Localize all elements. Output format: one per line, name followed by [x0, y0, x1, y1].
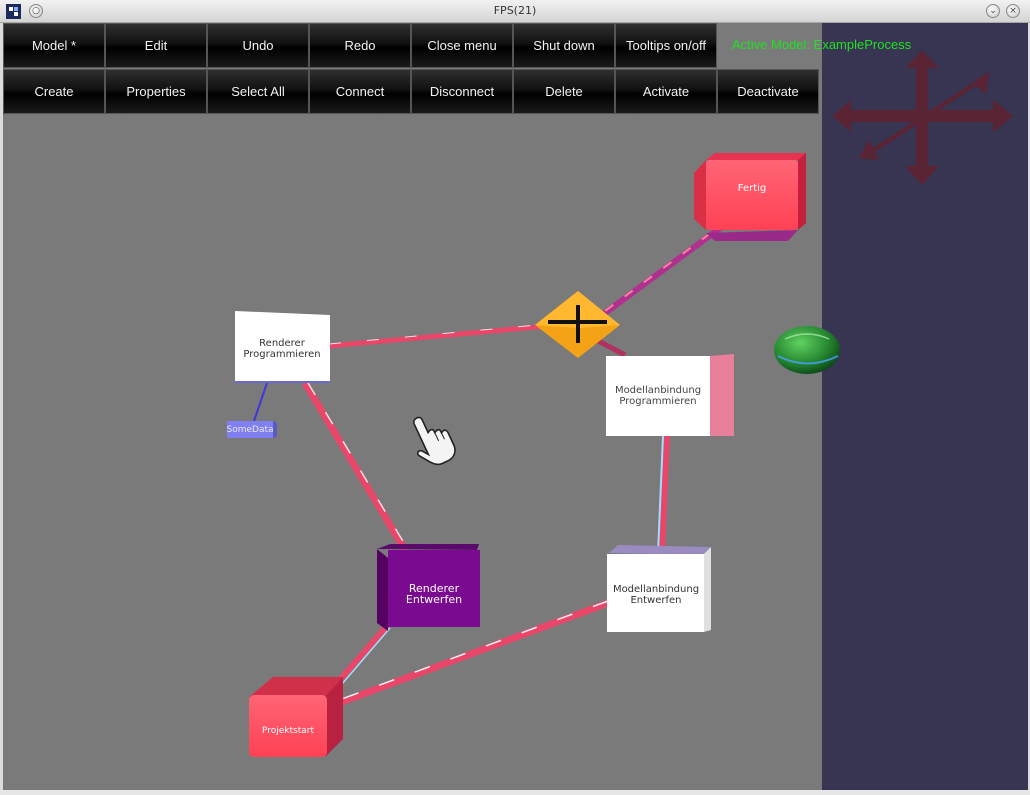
menu-activate-button[interactable]: Activate: [615, 69, 717, 114]
node-renderer-entwerfen[interactable]: [377, 544, 480, 631]
menu-edit-button[interactable]: Edit: [105, 23, 207, 68]
node-fertig[interactable]: [694, 153, 806, 241]
menu-properties-button[interactable]: Properties: [105, 69, 207, 114]
node-modellanbindung-programmieren[interactable]: [606, 354, 734, 436]
node-modellanbindung-entwerfen[interactable]: [607, 545, 711, 632]
edge-renderer-programmieren-renderer-entwerfen[interactable]: [301, 381, 409, 552]
edge-modellanbindung-programmieren-modellanbindung-entwerfen[interactable]: [657, 435, 670, 554]
green-sphere-icon[interactable]: [774, 326, 840, 374]
edge-renderer-programmieren-somedata[interactable]: [253, 382, 268, 422]
window-titlebar: ○ FPS(21) ⌄ ×: [0, 0, 1030, 23]
menu-disconnect-button[interactable]: Disconnect: [411, 69, 513, 114]
node-projektstart[interactable]: [249, 677, 343, 757]
menu-create-button[interactable]: Create: [3, 69, 105, 114]
minimize-icon[interactable]: ⌄: [986, 4, 1000, 18]
menu-tooltips-button[interactable]: Tooltips on/off: [615, 23, 717, 68]
menu-redo-button[interactable]: Redo: [309, 23, 411, 68]
node-renderer-programmieren[interactable]: [235, 311, 330, 383]
menu-select-all-button[interactable]: Select All: [207, 69, 309, 114]
edge-renderer-programmieren-gateway[interactable]: [328, 322, 560, 349]
menu-shutdown-button[interactable]: Shut down: [513, 23, 615, 68]
close-icon[interactable]: ×: [1006, 4, 1020, 18]
menu-delete-button[interactable]: Delete: [513, 69, 615, 114]
model-canvas[interactable]: Model * Edit Undo Redo Close menu Shut d…: [3, 23, 1028, 790]
window-title: FPS(21): [493, 4, 537, 17]
menu-model-button[interactable]: Model *: [3, 23, 105, 68]
menu-deactivate-button[interactable]: Deactivate: [717, 69, 819, 114]
hand-pointer-icon: [412, 416, 456, 466]
active-model-label: Active Model: ExampleProcess: [732, 37, 912, 52]
menu-undo-button[interactable]: Undo: [207, 23, 309, 68]
window-bottom-border: [0, 790, 1030, 795]
data-object-somedata[interactable]: [227, 421, 277, 438]
menu-connect-button[interactable]: Connect: [309, 69, 411, 114]
edge-gateway-fertig[interactable]: [584, 223, 725, 330]
menu-close-button[interactable]: Close menu: [411, 23, 513, 68]
four-way-arrows-icon[interactable]: [829, 48, 1015, 188]
